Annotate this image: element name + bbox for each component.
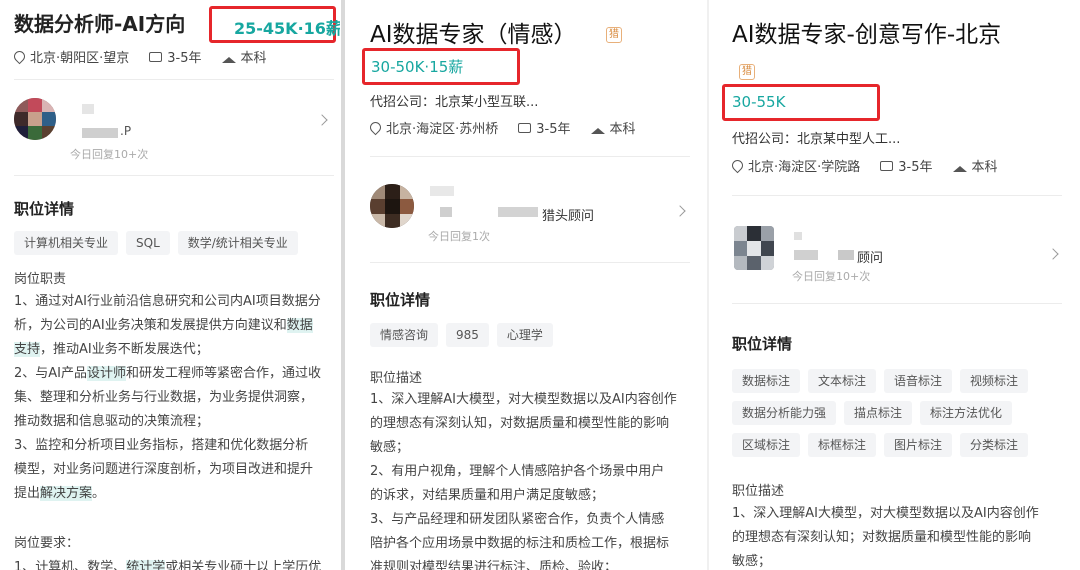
job-card-emotion-expert: AI数据专家（情感） 猎 30-50K·15薪 代招公司：北京某小型互联... … [348, 0, 708, 570]
salary: 30-50K·15薪 [371, 58, 464, 76]
tag: 标框标注 [808, 433, 877, 457]
job-card-creative-writing: AI数据专家-创意写作-北京 猎 30-55K 代招公司：北京某中型人工... … [712, 0, 1080, 570]
requirements-heading: 岗位要求： [14, 536, 80, 551]
panel-separator [707, 0, 709, 570]
briefcase-icon [880, 160, 894, 171]
job-meta: 北京·朝阳区·望京 3-5年 本科 [11, 47, 267, 66]
graduation-cap-icon [590, 122, 605, 134]
reply-rate: 今日回复10+次 [70, 148, 149, 161]
reply-rate: 今日回复1次 [428, 230, 490, 243]
experience-text: 3-5年 [898, 160, 933, 175]
education-text: 本科 [971, 160, 998, 175]
tag: 数据标注 [732, 369, 801, 393]
location-icon [729, 157, 746, 174]
job-title: AI数据专家（情感） [370, 22, 577, 48]
graduation-cap-icon [952, 160, 967, 172]
tag: 情感咨询 [370, 323, 439, 347]
education-text: 本科 [609, 122, 636, 137]
job-meta: 北京·海淀区·学院路 3-5年 本科 [729, 156, 998, 175]
tag: 数学/统计相关专业 [177, 231, 298, 255]
graduation-cap-icon [221, 51, 236, 63]
experience-text: 3-5年 [536, 122, 571, 137]
job-title: 数据分析师-AI方向 [14, 12, 186, 36]
skill-tags: 数据标注 文本标注 语音标注 视频标注 数据分析能力强 描点标注 标注方法优化 … [732, 369, 1062, 457]
job-title: AI数据专家-创意写作-北京 [732, 22, 1002, 48]
avatar [734, 226, 774, 270]
job-card-data-analyst: 数据分析师-AI方向 25-45K·16薪 北京·朝阳区·望京 3-5年 本科 … [0, 0, 340, 570]
avatar [370, 184, 414, 228]
experience-text: 3-5年 [167, 51, 202, 66]
salary: 30-55K [732, 93, 786, 111]
headhunter-badge: 猎 [606, 27, 622, 43]
panel-separator [341, 0, 345, 570]
job-meta: 北京·海淀区·苏州桥 3-5年 本科 [367, 118, 636, 137]
section-title: 职位详情 [370, 291, 431, 309]
agency-company: 代招公司：北京某小型互联... [370, 95, 539, 110]
location-text: 北京·朝阳区·望京 [30, 51, 130, 66]
section-title: 职位详情 [732, 335, 793, 353]
tag: SQL [126, 231, 170, 255]
skill-tags: 计算机相关专业 SQL 数学/统计相关专业 [14, 231, 334, 255]
divider [14, 79, 334, 80]
location-icon [11, 48, 28, 65]
location-text: 北京·海淀区·苏州桥 [386, 122, 499, 137]
skill-tags: 情感咨询 985 心理学 [370, 323, 690, 347]
tag: 图片标注 [884, 433, 953, 457]
chevron-right-icon [674, 205, 686, 217]
desc-heading: 岗位职责 [14, 272, 67, 287]
tag: 心理学 [496, 323, 553, 347]
job-description: 1、深入理解AI大模型，对大模型数据以及AI内容创作 的理想态有深刻认知，对数据… [370, 392, 677, 570]
tag: 计算机相关专业 [14, 231, 119, 255]
agency-company: 代招公司：北京某中型人工... [732, 132, 901, 147]
divider [14, 175, 334, 176]
chevron-right-icon [1047, 248, 1059, 260]
desc-heading: 职位描述 [370, 371, 423, 386]
location-text: 北京·海淀区·学院路 [748, 160, 861, 175]
requirements-line: 1、计算机、数学、统计学或相关专业硕士以上学历优 [14, 556, 321, 570]
tag: 标注方法优化 [920, 401, 1013, 425]
location-icon [367, 119, 384, 136]
recruiter-name: .P [120, 124, 132, 138]
divider [370, 262, 690, 263]
briefcase-icon [149, 51, 163, 62]
chevron-right-icon [316, 114, 328, 126]
tag: 分类标注 [960, 433, 1029, 457]
divider [370, 156, 690, 157]
education-text: 本科 [240, 51, 267, 66]
avatar [14, 98, 56, 140]
tag: 985 [446, 323, 489, 347]
section-title: 职位详情 [14, 200, 75, 218]
divider [732, 195, 1062, 196]
recruiter-role: 顾问 [857, 251, 884, 266]
recruiter-role: 猎头顾问 [542, 209, 595, 224]
tag: 文本标注 [808, 369, 877, 393]
desc-heading: 职位描述 [732, 484, 785, 499]
reply-rate: 今日回复10+次 [792, 270, 871, 283]
tag: 视频标注 [960, 369, 1029, 393]
briefcase-icon [518, 122, 532, 133]
headhunter-badge: 猎 [739, 64, 755, 80]
divider [732, 303, 1062, 304]
salary: 25-45K·16薪 [234, 19, 340, 38]
tag: 语音标注 [884, 369, 953, 393]
tag: 描点标注 [844, 401, 913, 425]
job-description: 1、深入理解AI大模型，对大模型数据以及AI内容创作 的理想态有深刻认知；对数据… [732, 506, 1039, 569]
tag: 数据分析能力强 [732, 401, 837, 425]
tag: 区域标注 [732, 433, 801, 457]
job-description: 1、通过对AI行业前沿信息研究和公司内AI项目数据分 析，为公司的AI业务决策和… [14, 294, 322, 501]
